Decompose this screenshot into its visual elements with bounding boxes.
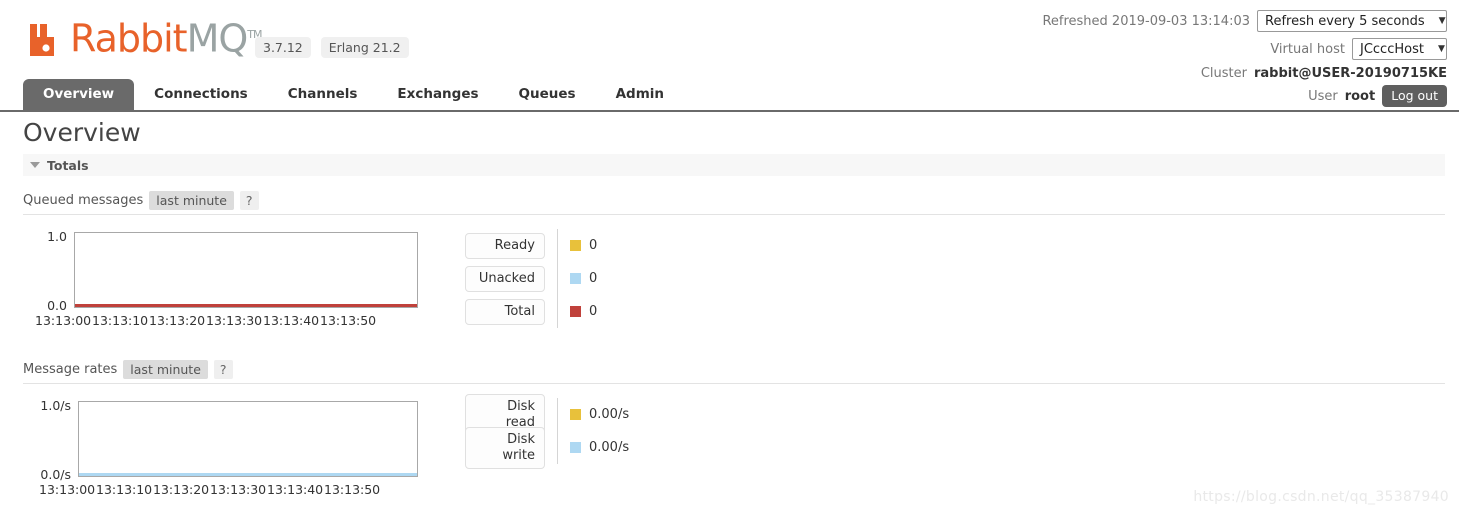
legend-value-disk-read: 0.00/s — [589, 407, 630, 422]
legend-row-unacked: Unacked 0 — [465, 262, 597, 295]
legend-value-unacked: 0 — [589, 271, 598, 286]
tab-connections[interactable]: Connections — [134, 79, 268, 110]
tab-queues[interactable]: Queues — [499, 79, 596, 110]
vhost-label: Virtual host — [1270, 41, 1345, 57]
main-navigation: Overview Connections Channels Exchanges … — [0, 79, 1459, 112]
message-rates-period-pill[interactable]: last minute — [123, 360, 208, 379]
main-content: Overview Totals Queued messages last min… — [0, 118, 1459, 497]
x-tick-3: 13:13:30 — [206, 313, 263, 328]
message-rates-title: Message rates — [23, 362, 118, 377]
queued-messages-block: Queued messages last minute ? 1.0 0.0 13… — [23, 191, 1459, 328]
legend-divider — [557, 229, 558, 262]
version-badges: 3.7.12 Erlang 21.2 — [255, 37, 409, 58]
queued-messages-heading: Queued messages last minute ? — [23, 191, 1445, 215]
y-axis-min-label: 0.0/s — [40, 467, 71, 482]
legend-button-disk-write[interactable]: Disk write — [465, 426, 545, 469]
message-rates-x-axis: 13:13:00 13:13:10 13:13:20 13:13:30 13:1… — [39, 482, 381, 497]
legend-divider — [557, 295, 558, 328]
queued-messages-legend: Ready 0 Unacked 0 Total 0 — [465, 229, 597, 328]
message-rates-plot-area — [78, 401, 418, 477]
rabbitmq-management-page: RabbitMQTM 3.7.12 Erlang 21.2 Refreshed … — [0, 0, 1459, 517]
x-tick-1: 13:13:10 — [96, 482, 153, 497]
message-rates-chart-row: 1.0/s 0.0/s 13:13:00 13:13:10 13:13:20 1… — [23, 393, 1459, 497]
cluster-value: rabbit@USER-20190715KE — [1254, 66, 1447, 81]
refresh-interval-value: Refresh every 5 seconds — [1265, 13, 1425, 29]
legend-swatch-disk-read — [570, 409, 581, 420]
cluster-label: Cluster — [1200, 66, 1247, 81]
tab-exchanges[interactable]: Exchanges — [377, 79, 498, 110]
legend-divider — [557, 431, 558, 464]
chevron-down-icon — [30, 162, 40, 168]
x-tick-2: 13:13:20 — [153, 482, 210, 497]
x-tick-2: 13:13:20 — [149, 313, 206, 328]
legend-swatch-ready — [570, 240, 581, 251]
legend-row-total: Total 0 — [465, 295, 597, 328]
logo-text-rabbit: Rabbit — [70, 16, 188, 61]
queued-messages-chart: 1.0 0.0 13:13:00 13:13:10 13:13:20 13:13… — [23, 229, 443, 328]
refresh-row: Refreshed 2019-09-03 13:14:03 Refresh ev… — [1042, 8, 1447, 34]
vhost-value: JCcccHost — [1360, 41, 1424, 57]
y-axis-min-label: 0.0 — [47, 298, 67, 313]
rabbitmq-logo[interactable]: RabbitMQTM — [30, 18, 263, 58]
x-tick-1: 13:13:10 — [92, 313, 149, 328]
logo-wordmark: RabbitMQTM — [70, 18, 263, 58]
queued-messages-period-pill[interactable]: last minute — [149, 191, 234, 210]
page-header: RabbitMQTM 3.7.12 Erlang 21.2 Refreshed … — [0, 0, 1459, 107]
refresh-interval-select[interactable]: Refresh every 5 seconds ▼ — [1257, 10, 1447, 32]
totals-section-header[interactable]: Totals — [23, 154, 1445, 176]
message-rates-help-pill[interactable]: ? — [213, 360, 233, 379]
total-series-line — [75, 304, 417, 307]
disk-write-series-line — [79, 473, 417, 476]
badge-rabbitmq-version: 3.7.12 — [255, 37, 311, 58]
queued-messages-help-pill[interactable]: ? — [239, 191, 259, 210]
legend-divider — [557, 398, 558, 431]
totals-section-label: Totals — [47, 157, 89, 173]
y-axis-max-label: 1.0/s — [40, 398, 71, 413]
x-tick-5: 13:13:50 — [324, 482, 381, 497]
tab-channels[interactable]: Channels — [268, 79, 378, 110]
legend-value-total: 0 — [589, 304, 598, 319]
message-rates-block: Message rates last minute ? 1.0/s 0.0/s … — [23, 360, 1459, 497]
legend-button-unacked[interactable]: Unacked — [465, 265, 545, 292]
legend-divider — [557, 262, 558, 295]
queued-messages-title: Queued messages — [23, 193, 144, 208]
queued-messages-chart-row: 1.0 0.0 13:13:00 13:13:10 13:13:20 13:13… — [23, 229, 1459, 328]
chevron-down-icon: ▼ — [1438, 16, 1446, 26]
legend-value-ready: 0 — [589, 238, 598, 253]
message-rates-legend: Disk read 0.00/s Disk write 0.00/s — [465, 393, 630, 469]
y-axis-max-label: 1.0 — [47, 229, 67, 244]
x-tick-5: 13:13:50 — [320, 313, 377, 328]
legend-button-total[interactable]: Total — [465, 298, 545, 325]
legend-swatch-disk-write — [570, 442, 581, 453]
message-rates-chart: 1.0/s 0.0/s 13:13:00 13:13:10 13:13:20 1… — [23, 398, 443, 497]
logo-text-mq: MQ — [186, 16, 249, 61]
legend-value-disk-write: 0.00/s — [589, 440, 630, 455]
queued-messages-plot-area — [74, 232, 418, 308]
queued-messages-x-axis: 13:13:00 13:13:10 13:13:20 13:13:30 13:1… — [35, 313, 377, 328]
watermark: https://blog.csdn.net/qq_35387940 — [1193, 489, 1449, 505]
x-tick-3: 13:13:30 — [210, 482, 267, 497]
legend-row-ready: Ready 0 — [465, 229, 597, 262]
legend-swatch-total — [570, 306, 581, 317]
vhost-select[interactable]: JCcccHost ▼ — [1352, 38, 1447, 60]
refreshed-timestamp: Refreshed 2019-09-03 13:14:03 — [1042, 13, 1250, 29]
chevron-down-icon: ▼ — [1437, 44, 1445, 54]
rabbitmq-logo-icon — [30, 23, 54, 56]
x-tick-4: 13:13:40 — [267, 482, 324, 497]
legend-button-ready[interactable]: Ready — [465, 232, 545, 259]
tab-admin[interactable]: Admin — [596, 79, 684, 110]
legend-row-disk-write: Disk write 0.00/s — [465, 426, 630, 469]
x-tick-0: 13:13:00 — [35, 313, 92, 328]
vhost-row: Virtual host JCcccHost ▼ — [1042, 36, 1447, 62]
tab-overview[interactable]: Overview — [23, 79, 135, 110]
page-title: Overview — [23, 118, 141, 147]
message-rates-heading: Message rates last minute ? — [23, 360, 1445, 384]
legend-swatch-unacked — [570, 273, 581, 284]
x-tick-4: 13:13:40 — [263, 313, 320, 328]
x-tick-0: 13:13:00 — [39, 482, 96, 497]
badge-erlang-version: Erlang 21.2 — [320, 37, 409, 58]
